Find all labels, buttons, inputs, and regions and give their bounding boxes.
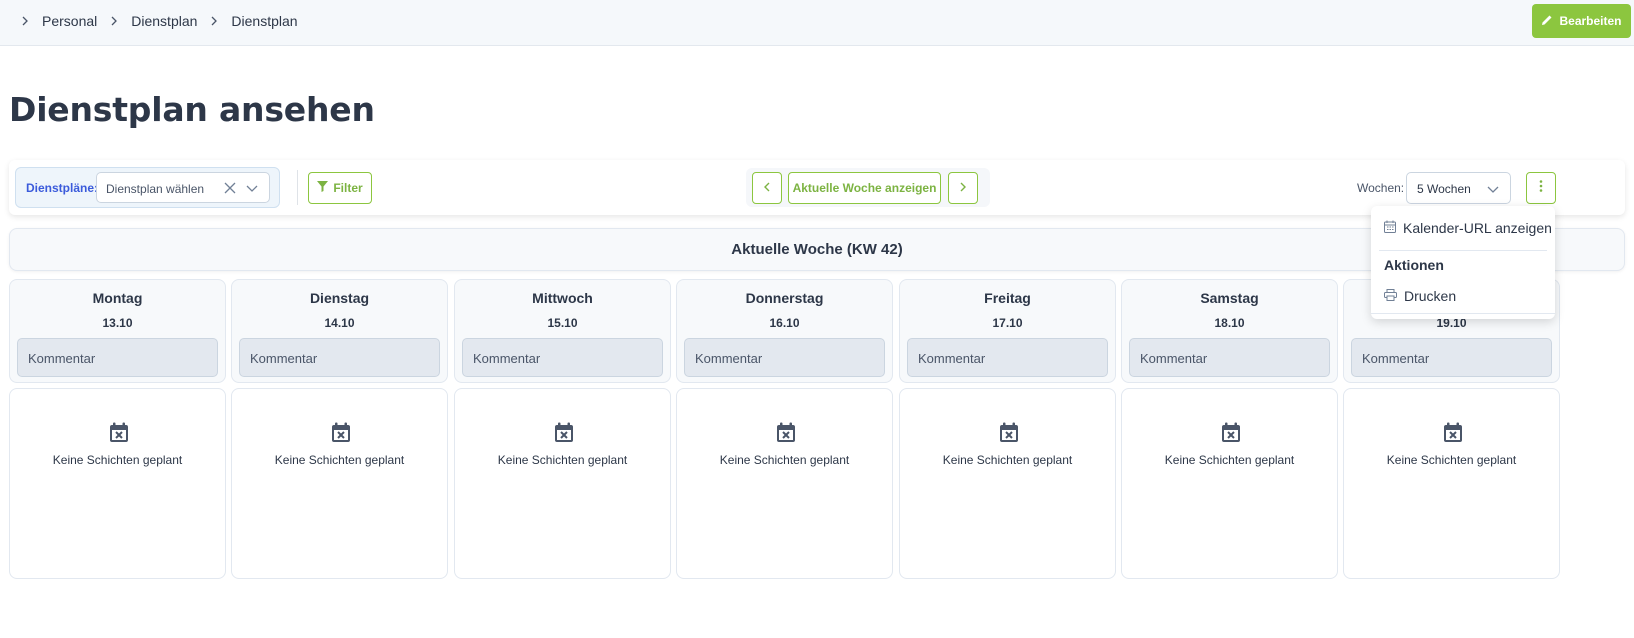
chevron-right-icon — [107, 14, 121, 28]
comment-field[interactable]: Kommentar — [239, 338, 440, 377]
plan-filter-group: Dienstpläne: Dienstplan wählen — [15, 167, 280, 208]
comment-field[interactable]: Kommentar — [907, 338, 1108, 377]
chevron-down-icon — [245, 181, 259, 195]
breadcrumb-item-dienstplan[interactable]: Dienstplan — [131, 13, 197, 29]
calendar-x-icon — [1221, 422, 1241, 443]
day-name: Montag — [92, 290, 143, 306]
calendar-x-icon — [331, 422, 351, 443]
edit-button-label: Bearbeiten — [1559, 14, 1622, 28]
chevron-left-icon — [762, 179, 772, 197]
menu-divider — [1379, 250, 1547, 251]
comment-placeholder: Kommentar — [473, 351, 541, 366]
no-shifts-text: Keine Schichten geplant — [497, 453, 628, 467]
shift-list: Keine Schichten geplant — [1343, 388, 1560, 579]
shift-list: Keine Schichten geplant — [899, 388, 1116, 579]
weeks-select[interactable]: 5 Wochen — [1406, 172, 1511, 204]
plans-label: Dienstpläne: — [26, 181, 99, 195]
day-date: 18.10 — [1214, 316, 1245, 330]
day-header: Mittwoch 15.10 Kommentar — [454, 279, 671, 383]
divider — [297, 170, 298, 205]
calendar-x-icon — [109, 422, 129, 443]
shift-list: Keine Schichten geplant — [9, 388, 226, 579]
filter-button[interactable]: Filter — [308, 172, 372, 204]
menu-divider — [1371, 313, 1555, 314]
edit-button[interactable]: Bearbeiten — [1532, 4, 1631, 38]
breadcrumb-item-personal[interactable]: Personal — [42, 13, 97, 29]
weeks-label: Wochen: — [1357, 181, 1405, 195]
day-date: 16.10 — [769, 316, 800, 330]
funnel-icon — [317, 181, 329, 195]
day-header: Dienstag 14.10 Kommentar — [231, 279, 448, 383]
day-name: Mittwoch — [532, 290, 593, 306]
day-date: 14.10 — [324, 316, 355, 330]
comment-field[interactable]: Kommentar — [1129, 338, 1330, 377]
next-week-button[interactable] — [948, 172, 978, 204]
menu-item-print[interactable]: Drucken — [1384, 288, 1456, 304]
calendar-icon — [1384, 220, 1396, 236]
printer-icon — [1384, 288, 1397, 304]
comment-field[interactable]: Kommentar — [17, 338, 218, 377]
calendar-x-icon — [554, 422, 574, 443]
no-shifts-text: Keine Schichten geplant — [942, 453, 1073, 467]
no-shifts-text: Keine Schichten geplant — [274, 453, 405, 467]
day-header: Montag 13.10 Kommentar — [9, 279, 226, 383]
no-shifts-text: Keine Schichten geplant — [1386, 453, 1517, 467]
calendar-x-icon — [999, 422, 1019, 443]
comment-placeholder: Kommentar — [28, 351, 96, 366]
breadcrumb-item-current: Dienstplan — [231, 13, 298, 29]
chevron-right-icon — [18, 14, 32, 28]
menu-item-label: Drucken — [1404, 288, 1457, 304]
shift-list: Keine Schichten geplant — [676, 388, 893, 579]
page-title: Dienstplan ansehen — [9, 90, 375, 129]
pencil-icon — [1541, 14, 1553, 29]
day-name: Freitag — [984, 290, 1031, 306]
weeks-select-value: 5 Wochen — [1417, 182, 1471, 196]
calendar-x-icon — [776, 422, 796, 443]
menu-item-calendar-url[interactable]: Kalender-URL anzeigen — [1384, 220, 1552, 236]
comment-placeholder: Kommentar — [1362, 351, 1430, 366]
week-navigation: Aktuelle Woche anzeigen — [746, 168, 990, 207]
no-shifts-text: Keine Schichten geplant — [1164, 453, 1295, 467]
no-shifts-text: Keine Schichten geplant — [719, 453, 850, 467]
day-date: 13.10 — [102, 316, 133, 330]
menu-item-label: Kalender-URL anzeigen — [1403, 220, 1552, 236]
calendar-x-icon — [1443, 422, 1463, 443]
kebab-icon — [1539, 179, 1543, 197]
comment-placeholder: Kommentar — [250, 351, 318, 366]
previous-week-button[interactable] — [752, 172, 782, 204]
more-options-button[interactable] — [1526, 172, 1556, 204]
day-name: Dienstag — [309, 290, 370, 306]
chevron-right-icon — [207, 14, 221, 28]
day-date: 17.10 — [992, 316, 1023, 330]
top-bar: Personal Dienstplan Dienstplan Bearbeite… — [0, 0, 1634, 46]
day-name: Samstag — [1200, 290, 1259, 306]
plan-select-placeholder: Dienstplan wählen — [106, 182, 205, 196]
chevron-down-icon — [1486, 182, 1500, 196]
clear-icon[interactable] — [223, 181, 237, 195]
filter-label: Filter — [333, 181, 363, 195]
comment-placeholder: Kommentar — [695, 351, 763, 366]
options-menu: Kalender-URL anzeigen Aktionen Drucken — [1371, 206, 1555, 319]
day-date: 15.10 — [547, 316, 578, 330]
menu-heading-actions: Aktionen — [1384, 257, 1444, 273]
comment-field[interactable]: Kommentar — [462, 338, 663, 377]
shift-list: Keine Schichten geplant — [1121, 388, 1338, 579]
comment-field[interactable]: Kommentar — [684, 338, 885, 377]
shift-list: Keine Schichten geplant — [231, 388, 448, 579]
plan-select[interactable]: Dienstplan wählen — [96, 172, 270, 203]
day-name: Donnerstag — [745, 290, 824, 306]
day-header: Freitag 17.10 Kommentar — [899, 279, 1116, 383]
day-header: Donnerstag 16.10 Kommentar — [676, 279, 893, 383]
shift-list: Keine Schichten geplant — [454, 388, 671, 579]
chevron-right-icon — [958, 179, 968, 197]
comment-placeholder: Kommentar — [918, 351, 986, 366]
no-shifts-text: Keine Schichten geplant — [52, 453, 183, 467]
current-week-button[interactable]: Aktuelle Woche anzeigen — [788, 172, 941, 204]
day-header: Samstag 18.10 Kommentar — [1121, 279, 1338, 383]
comment-placeholder: Kommentar — [1140, 351, 1208, 366]
breadcrumb: Personal Dienstplan Dienstplan — [18, 0, 298, 42]
comment-field[interactable]: Kommentar — [1351, 338, 1552, 377]
